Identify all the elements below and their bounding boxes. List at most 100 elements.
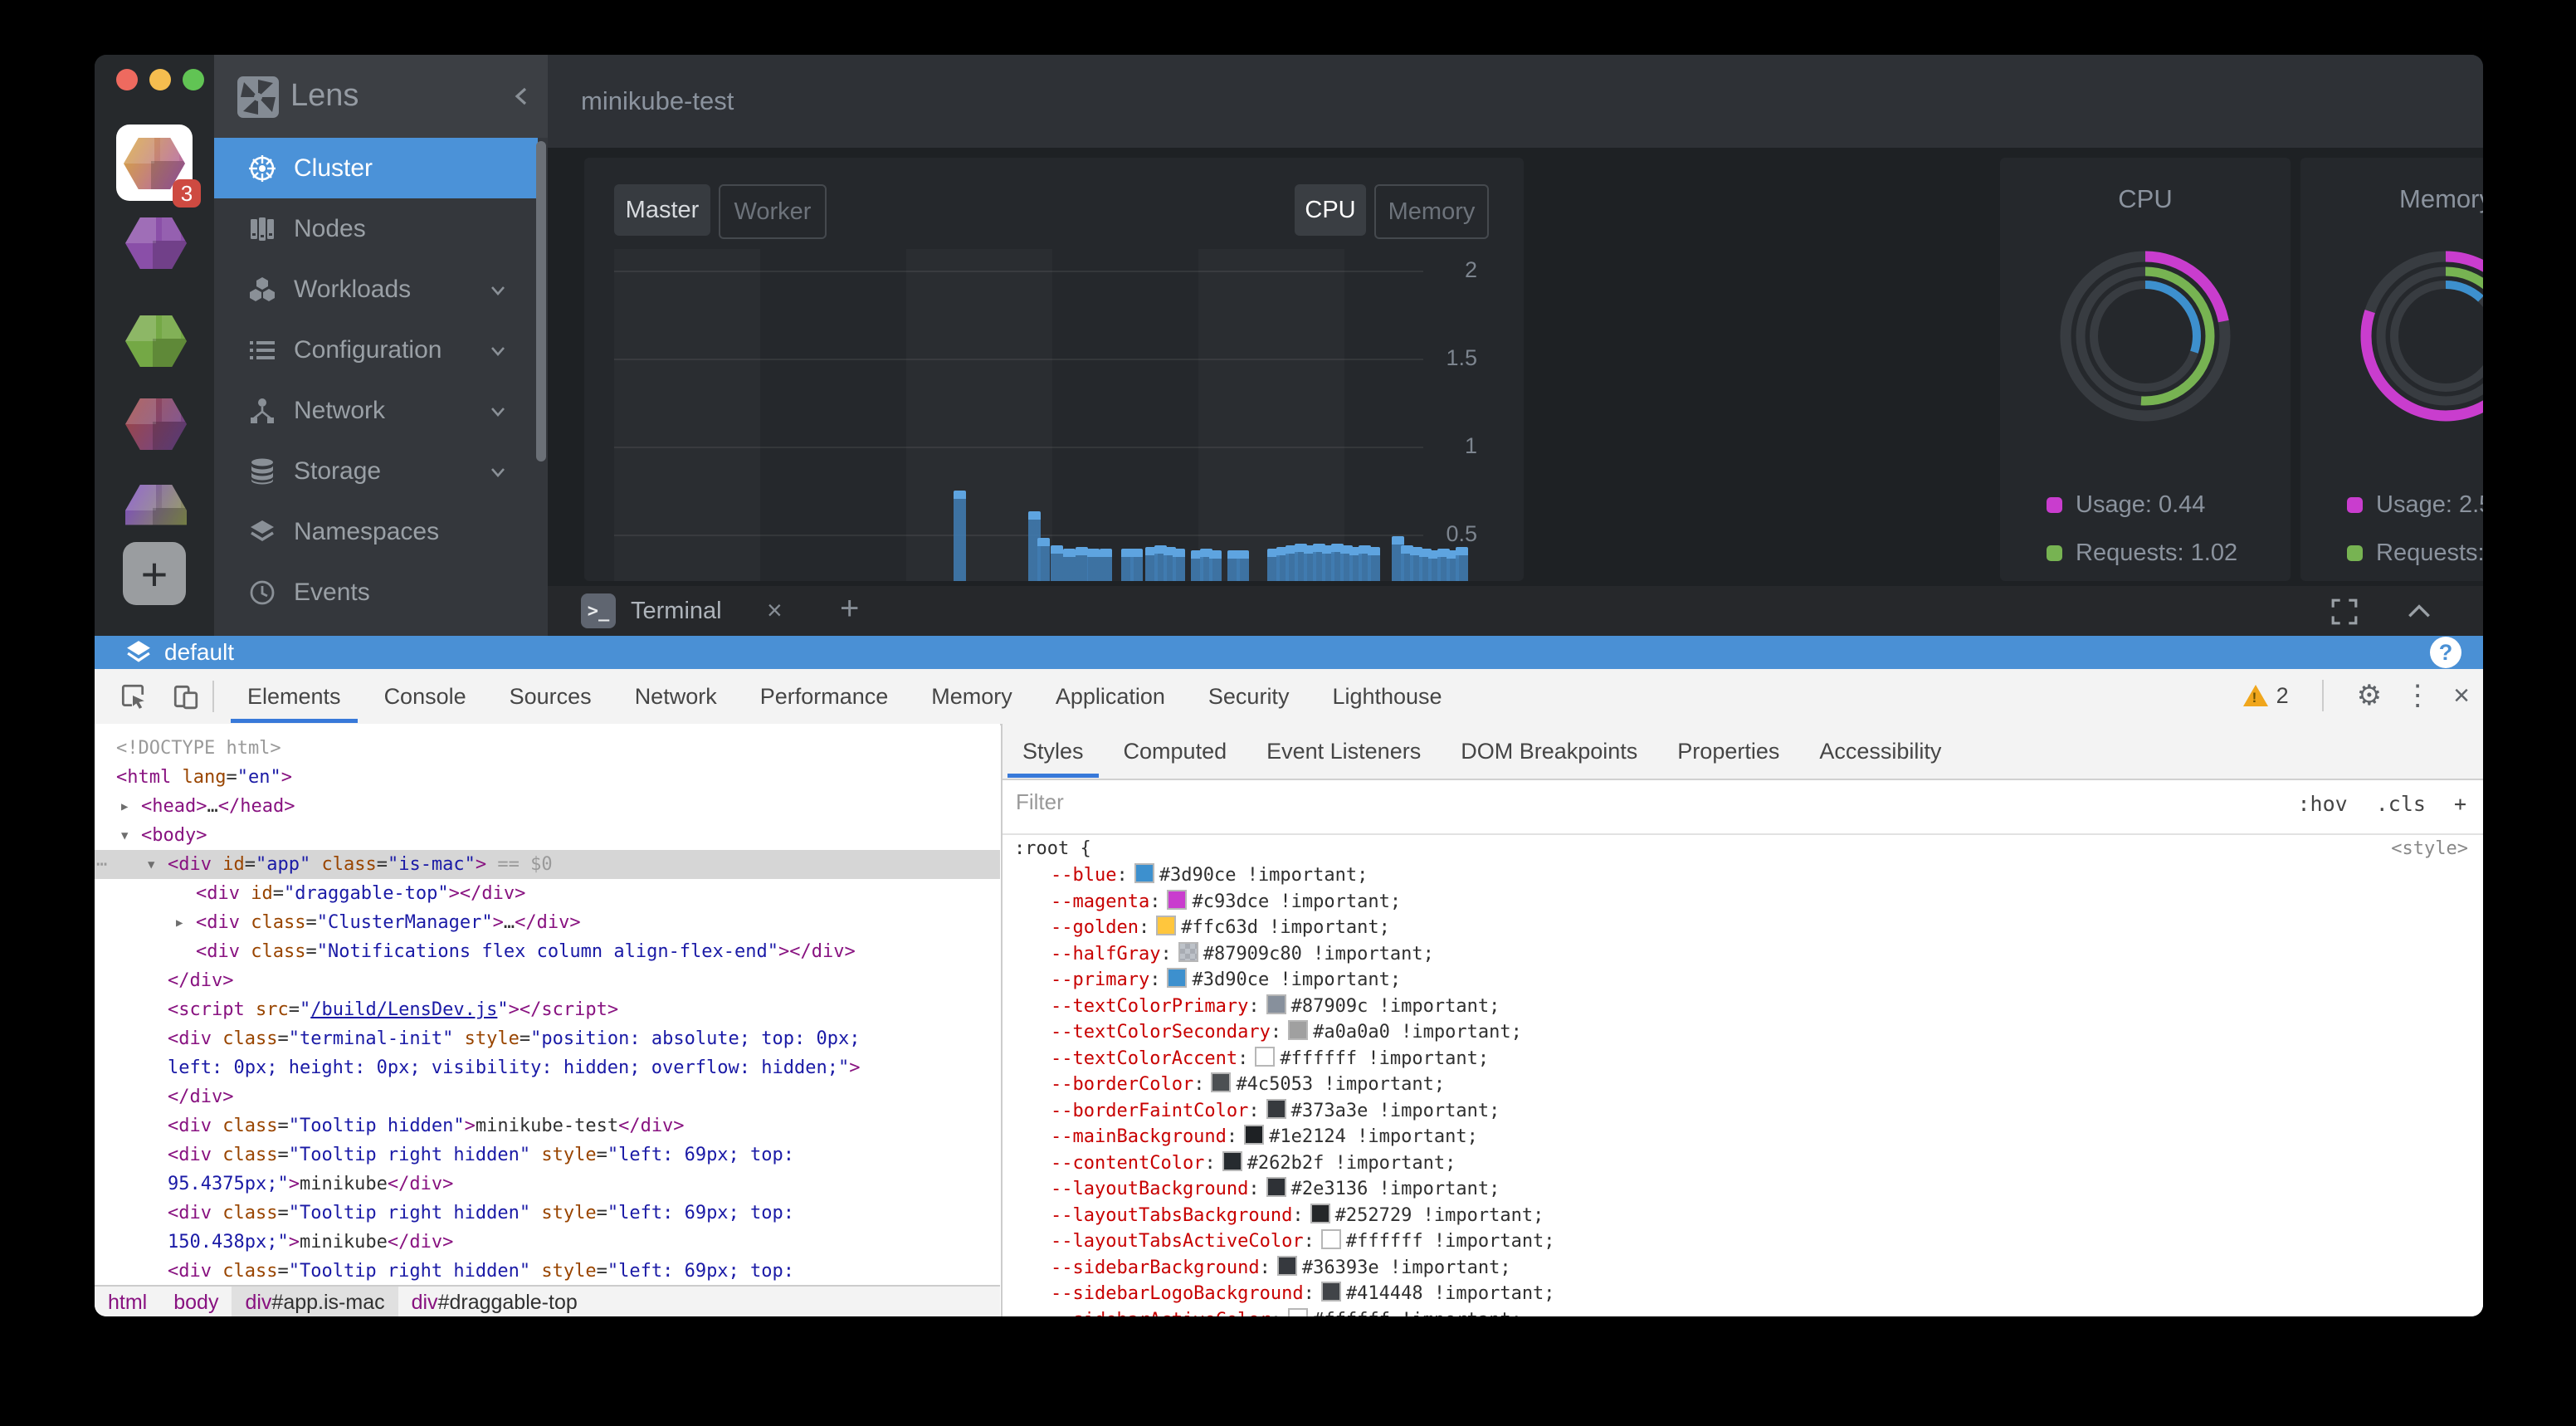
dom-tree-row[interactable]: <div class="Tooltip right hidden" style=…: [95, 1199, 1000, 1228]
css-variable-row[interactable]: --borderFaintColor:#373a3e !important;: [1003, 1098, 2483, 1125]
css-variable-row[interactable]: --magenta:#c93dce !important;: [1003, 889, 2483, 916]
css-variable-row[interactable]: --layoutTabsBackground:#252729 !importan…: [1003, 1203, 2483, 1229]
inspect-element-icon[interactable]: [118, 681, 148, 711]
chart-bar[interactable]: [1173, 549, 1185, 581]
node-tab-worker[interactable]: Worker: [719, 184, 827, 239]
dom-tree-row[interactable]: </div>: [95, 1082, 1000, 1111]
dom-tree-row[interactable]: ▶<div class="ClusterManager">…</div>: [95, 908, 1000, 937]
devtools-menu-icon[interactable]: ⋮: [2403, 679, 2432, 712]
class-toggle[interactable]: .cls: [2376, 792, 2426, 816]
color-swatch[interactable]: [1288, 1308, 1308, 1317]
metric-tab-cpu[interactable]: CPU: [1295, 184, 1366, 236]
context-label[interactable]: default: [164, 639, 234, 666]
css-variable-row[interactable]: --sidebarBackground:#36393e !important;: [1003, 1255, 2483, 1282]
css-variable-row[interactable]: --layoutTabsActiveColor:#ffffff !importa…: [1003, 1228, 2483, 1255]
dom-tree-row[interactable]: ⋯▼<div id="app" class="is-mac"> == $0: [95, 850, 1000, 879]
styles-filter-input[interactable]: [1014, 789, 2096, 816]
color-swatch[interactable]: [1156, 916, 1176, 935]
css-selector[interactable]: :root {: [1014, 838, 1091, 859]
sidebar-item-cluster[interactable]: Cluster: [214, 138, 538, 198]
chart-bar[interactable]: [1368, 547, 1380, 581]
color-swatch[interactable]: [1288, 1020, 1308, 1040]
row-menu-ellipsis-icon[interactable]: ⋯: [96, 850, 107, 879]
sidebar-scrollbar[interactable]: [536, 141, 546, 461]
css-variable-row[interactable]: --primary:#3d90ce !important;: [1003, 967, 2483, 994]
chevron-down-icon[interactable]: [488, 341, 508, 361]
dom-tree-row[interactable]: <div class="Notifications flex column al…: [95, 937, 1000, 966]
sidebar-item-workloads[interactable]: Workloads: [214, 259, 548, 320]
tab-security[interactable]: Security: [1187, 670, 1311, 723]
help-icon[interactable]: ?: [2430, 637, 2461, 668]
css-variable-row[interactable]: --halfGray:#87909c80 !important;: [1003, 941, 2483, 968]
chevron-down-icon[interactable]: [488, 462, 508, 482]
chart-bar[interactable]: [1209, 550, 1222, 581]
color-swatch[interactable]: [1321, 1229, 1341, 1249]
add-cluster-button[interactable]: +: [123, 542, 186, 605]
dom-tree-row[interactable]: <!DOCTYPE html>: [95, 734, 1000, 763]
traffic-light-minimize[interactable]: [149, 69, 171, 90]
rail-active-cluster[interactable]: 3: [116, 125, 193, 201]
dom-tree-row[interactable]: <div id="draggable-top"></div>: [95, 879, 1000, 908]
dom-tree-row[interactable]: <div class="terminal-init" style="positi…: [95, 1024, 1000, 1053]
chart-bar[interactable]: [1087, 549, 1100, 581]
pseudo-state-toggle[interactable]: :hov: [2298, 792, 2348, 816]
css-variable-row[interactable]: --contentColor:#262b2f !important;: [1003, 1150, 2483, 1177]
chart-bar[interactable]: [954, 491, 966, 581]
terminal-collapse-icon[interactable]: [2405, 598, 2433, 626]
chart-bar[interactable]: [1130, 549, 1143, 581]
dom-tree-row[interactable]: ▼<body>: [95, 821, 1000, 850]
dom-tree-row[interactable]: <div class="Tooltip hidden">minikube-tes…: [95, 1111, 1000, 1140]
color-swatch[interactable]: [1310, 1204, 1330, 1223]
sidebar-item-namespaces[interactable]: Namespaces: [214, 501, 548, 562]
styles-tab-dom-breakpoints[interactable]: DOM Breakpoints: [1441, 725, 1657, 778]
color-swatch[interactable]: [1266, 1099, 1286, 1119]
tab-application[interactable]: Application: [1034, 670, 1187, 723]
tab-network[interactable]: Network: [613, 670, 739, 723]
color-swatch[interactable]: [1266, 1177, 1286, 1197]
traffic-light-close[interactable]: [116, 69, 138, 90]
dom-tree-row[interactable]: <script src="/build/LensDev.js"></script…: [95, 995, 1000, 1024]
tab-console[interactable]: Console: [363, 670, 488, 723]
expand-arrow-icon[interactable]: ▶: [176, 909, 183, 938]
styles-tab-properties[interactable]: Properties: [1657, 725, 1799, 778]
devtools-close-icon[interactable]: ×: [2453, 680, 2470, 712]
styles-tab-accessibility[interactable]: Accessibility: [1799, 725, 1961, 778]
chart-bar[interactable]: [1456, 547, 1468, 581]
node-tab-master[interactable]: Master: [614, 184, 710, 236]
styles-tab-event-listeners[interactable]: Event Listeners: [1247, 725, 1441, 778]
tab-lighthouse[interactable]: Lighthouse: [1310, 670, 1463, 723]
dom-tree-row[interactable]: <html lang="en">: [95, 763, 1000, 792]
css-variable-row[interactable]: --layoutBackground:#2e3136 !important;: [1003, 1176, 2483, 1203]
color-swatch[interactable]: [1321, 1282, 1341, 1301]
chart-bar[interactable]: [1076, 547, 1088, 581]
sidebar-collapse-icon[interactable]: [510, 83, 536, 110]
css-variable-row[interactable]: --borderColor:#4c5053 !important;: [1003, 1072, 2483, 1098]
color-swatch[interactable]: [1244, 1125, 1264, 1145]
chevron-down-icon[interactable]: [488, 402, 508, 422]
sidebar-item-configuration[interactable]: Configuration: [214, 320, 548, 380]
styles-tab-computed[interactable]: Computed: [1104, 725, 1247, 778]
tab-elements[interactable]: Elements: [226, 670, 363, 723]
color-swatch[interactable]: [1266, 994, 1286, 1014]
traffic-light-zoom[interactable]: [183, 69, 204, 90]
terminal-close-icon[interactable]: ×: [767, 595, 783, 626]
dom-tree-row[interactable]: 95.4375px;">minikube</div>: [95, 1170, 1000, 1199]
dom-tree-row[interactable]: <div class="Tooltip right hidden" style=…: [95, 1257, 1000, 1286]
color-swatch[interactable]: [1222, 1151, 1242, 1171]
css-variable-row[interactable]: --sidebarLogoBackground:#414448 !importa…: [1003, 1281, 2483, 1307]
breadcrumb-item[interactable]: html: [95, 1287, 160, 1316]
tab-performance[interactable]: Performance: [739, 670, 910, 723]
css-variable-row[interactable]: --sidebarActiveColor:#ffffff !important;: [1003, 1307, 2483, 1317]
color-swatch[interactable]: [1167, 968, 1187, 988]
rail-cluster-green[interactable]: [125, 315, 187, 367]
color-swatch[interactable]: [1167, 890, 1187, 910]
chevron-down-icon[interactable]: [488, 281, 508, 300]
rail-cluster-red[interactable]: [125, 398, 187, 450]
chart-bar[interactable]: [1037, 538, 1050, 581]
expand-arrow-icon[interactable]: ▶: [121, 793, 128, 822]
chart-bar[interactable]: [1063, 549, 1076, 581]
chart-bar[interactable]: [1100, 549, 1112, 581]
dom-tree-row[interactable]: </div>: [95, 966, 1000, 995]
breadcrumb-item[interactable]: div#app.is-mac: [232, 1287, 398, 1316]
color-swatch[interactable]: [1178, 942, 1198, 962]
